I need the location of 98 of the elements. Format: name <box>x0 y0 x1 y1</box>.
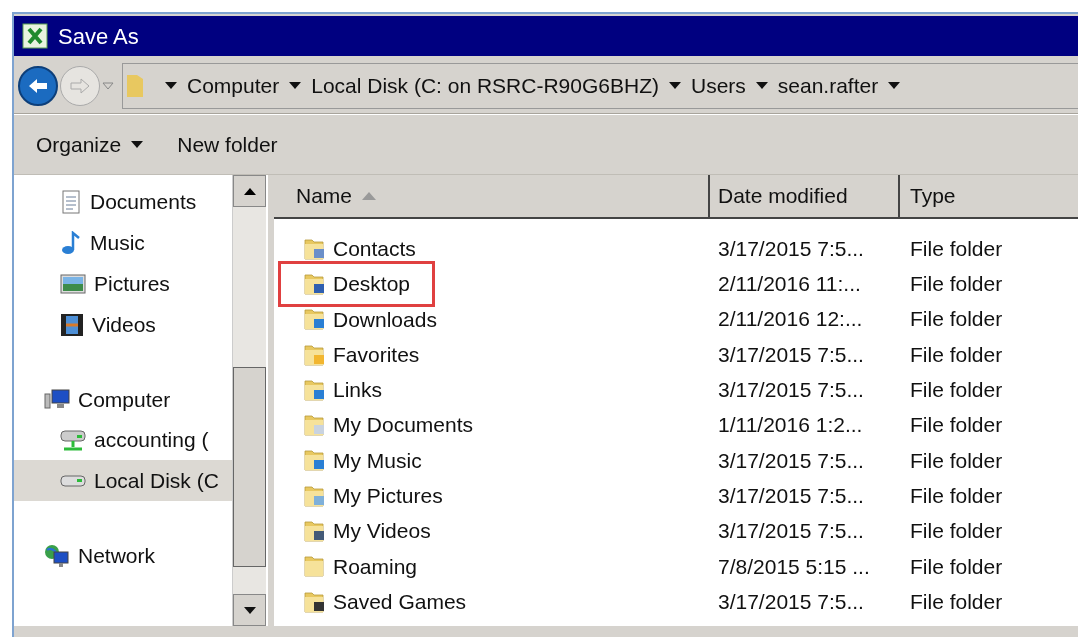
forward-arrow-icon <box>69 76 91 95</box>
column-header[interactable]: Type <box>900 175 1078 217</box>
type-cell-text: File folder <box>909 447 1003 474</box>
type-cell-text: File folder <box>909 306 1003 333</box>
sidebar-label: Music <box>90 229 145 256</box>
folder-icon <box>303 342 327 367</box>
sidebar-item[interactable]: Videos <box>14 304 232 345</box>
organize-button[interactable]: Organize <box>36 128 144 161</box>
folder-icon <box>303 589 327 614</box>
sidebar-item[interactable]: Documents <box>14 181 232 222</box>
folder-icon <box>303 271 327 296</box>
type-cell-text: File folder <box>909 271 1003 298</box>
folder-icon <box>303 483 327 508</box>
file-name: Contacts <box>333 235 416 262</box>
sidebar-item[interactable]: Pictures <box>14 263 232 304</box>
date-cell-text: 3/17/2015 7:5... <box>717 341 865 368</box>
file-name: Saved Games <box>333 588 467 615</box>
caret-icon <box>888 82 901 89</box>
caret-icon <box>289 82 302 89</box>
type-cell-text: File folder <box>909 553 1003 580</box>
address-bar[interactable]: Computer Local Disk (C: on RSRC-R90G6BHZ) Users sean.rafter <box>122 62 1078 109</box>
type-cell-text: File folder <box>909 588 1003 615</box>
type-cell-text: File folder <box>909 235 1003 262</box>
file-name: My Pictures <box>333 483 443 509</box>
up-arrow-icon <box>243 187 256 195</box>
new-folder-button[interactable]: New folder <box>177 128 278 161</box>
column-header[interactable]: Name <box>274 175 710 217</box>
scroll-thumb[interactable] <box>233 367 266 567</box>
sidebar-label: Documents <box>90 188 197 215</box>
network-drive-icon <box>60 427 86 452</box>
music-note-icon <box>60 230 82 255</box>
breadcrumb[interactable]: Local Disk (C: on RSRC-R90G6BHZ) <box>311 69 659 102</box>
date-cell-text: 3/17/2015 7:5... <box>717 377 865 404</box>
file-name: Roaming <box>333 553 418 580</box>
sidebar-label: Network <box>78 543 156 570</box>
file-name: Links <box>333 377 383 404</box>
date-cell-text: 3/17/2015 7:5... <box>717 447 865 474</box>
document-icon <box>60 189 82 214</box>
folder-icon <box>303 448 327 473</box>
scrollbar[interactable] <box>232 175 266 626</box>
sidebar-label: Local Disk (C <box>94 467 219 494</box>
film-icon <box>60 312 84 337</box>
file-name: My Music <box>333 447 422 474</box>
folder-icon <box>303 554 327 579</box>
history-caret-icon <box>102 81 114 90</box>
network-icon <box>44 544 70 568</box>
computer-icon <box>44 388 70 412</box>
date-cell-text: 7/8/2015 5:15 ... <box>717 553 871 580</box>
back-arrow-icon <box>27 76 49 95</box>
date-cell-text: 2/11/2016 12:... <box>717 306 864 333</box>
date-cell-text: 2/11/2016 11:... <box>717 271 862 298</box>
date-cell-text: 3/17/2015 7:5... <box>717 235 865 262</box>
breadcrumb[interactable]: sean.rafter <box>777 69 879 102</box>
date-cell-text: 1/11/2016 1:2... <box>717 412 864 439</box>
sidebar-label: accounting ( <box>94 426 209 453</box>
breadcrumb[interactable]: Users <box>690 69 746 102</box>
sidebar-label: Pictures <box>94 270 170 297</box>
picture-icon <box>60 272 86 295</box>
sidebar-item[interactable]: Computer <box>14 381 232 419</box>
file-name: Favorites <box>333 341 420 368</box>
back-button[interactable] <box>18 65 58 106</box>
folder-icon <box>303 307 327 332</box>
date-cell-text: 3/17/2015 7:5... <box>717 588 865 615</box>
file-name-cell[interactable]: Desktop <box>278 260 436 307</box>
caret-icon <box>243 606 256 614</box>
type-cell-text: File folder <box>909 412 1003 439</box>
sort-ascending-icon <box>362 192 377 200</box>
scroll-up-button[interactable] <box>233 175 266 207</box>
date-cell-text: 3/17/2015 7:5... <box>717 518 865 545</box>
folder-icon <box>303 377 327 402</box>
type-cell-text: File folder <box>909 482 1003 509</box>
file-name: My Documents <box>333 412 474 439</box>
drive-icon <box>60 474 86 487</box>
type-cell-text: File folder <box>909 377 1003 404</box>
folder-icon <box>303 519 327 544</box>
spreadsheet-icon <box>22 23 48 49</box>
caret-icon <box>755 82 768 89</box>
sidebar-item[interactable]: Local Disk (C <box>14 460 232 501</box>
column-header[interactable]: Date modified <box>710 175 900 217</box>
window-title: Save As <box>58 22 139 51</box>
date-cell-text: 3/17/2015 7:5... <box>717 482 865 509</box>
caret-icon <box>668 82 681 89</box>
sidebar-item[interactable]: accounting ( <box>14 419 232 460</box>
file-name: Downloads <box>333 306 437 333</box>
file-name: Desktop <box>333 271 411 298</box>
sidebar-item[interactable]: Music <box>14 222 232 263</box>
folder-icon <box>303 413 327 438</box>
scroll-down-button[interactable] <box>233 594 266 626</box>
type-cell-text: File folder <box>909 518 1003 545</box>
caret-icon <box>131 141 144 148</box>
folder-icon <box>303 236 327 261</box>
sidebar-label: Videos <box>92 311 156 338</box>
caret-icon <box>165 82 177 89</box>
file-name: My Videos <box>333 518 431 545</box>
sidebar-label: Computer <box>78 387 171 414</box>
sidebar-item[interactable]: Network <box>14 537 232 575</box>
breadcrumb[interactable]: Computer <box>187 69 280 102</box>
type-cell-text: File folder <box>909 341 1003 368</box>
